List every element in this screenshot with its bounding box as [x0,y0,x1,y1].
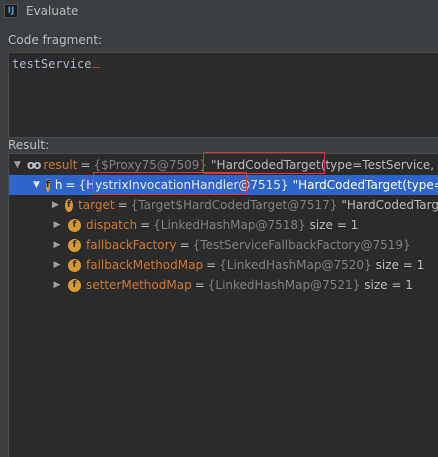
var-type: {LinkedHashMap@7518} [153,218,306,232]
chevron-right-icon[interactable]: ▶ [52,260,62,270]
field-icon: f [68,278,81,292]
var-name: result [43,158,78,172]
var-type: {LinkedHashMap@7521} [207,278,361,292]
equals-sign: = [194,278,205,292]
field-icon: f [64,198,74,212]
tree-row-fallback-factory[interactable]: ▶ f fallbackFactory = {TestServiceFallba… [9,235,438,255]
var-value: "HardCodedTarg [341,198,438,212]
intellij-app-icon: IJ [4,4,18,18]
var-value: "HardCodedTarget(type= [292,178,438,192]
field-icon: f [68,258,81,272]
var-value: size = 1 [309,218,359,232]
var-name: fallbackFactory [86,238,177,252]
var-value: size = 1 [364,278,413,292]
title-bar: IJ Evaluate [0,0,438,22]
tree-row-setter-method-map[interactable]: ▶ f setterMethodMap = {LinkedHashMap@752… [9,275,438,295]
equals-sign: = [65,178,76,192]
code-fragment-label: Code fragment: [8,33,103,47]
var-type: {TestServiceFallbackFactory@7519} [192,238,411,252]
var-value: "HardCodedTarget(type=TestService, na [211,158,438,172]
tree-row-result[interactable]: ▼ oo result = {$Proxy75@7509} "HardCoded… [9,155,438,175]
tree-row-target[interactable]: ▶ f target = {Target$HardCodedTarget@751… [9,195,438,215]
code-expression[interactable]: testService [12,57,101,71]
var-name: fallbackMethodMap [86,258,204,272]
chevron-right-icon[interactable]: ▶ [52,240,62,250]
glasses-icon: oo [26,158,41,172]
result-label: Result: [8,138,50,152]
chevron-right-icon[interactable]: ▶ [52,220,62,230]
var-name: h [54,178,63,192]
var-value: size = 1 [375,258,425,272]
equals-sign: = [117,198,128,212]
equals-sign: = [80,158,91,172]
tree-row-h[interactable]: ▼ f h = {HystrixInvocationHandler@7515} … [9,175,438,195]
var-type: {HystrixInvocationHandler@7515} [78,178,289,192]
var-type: {LinkedHashMap@7520} [219,258,372,272]
tree-row-dispatch[interactable]: ▶ f dispatch = {LinkedHashMap@7518} size… [9,215,438,235]
window-title: Evaluate [26,4,79,18]
field-icon: f [68,238,81,252]
equals-sign: = [206,258,217,272]
tree-row-fallback-method-map[interactable]: ▶ f fallbackMethodMap = {LinkedHashMap@7… [9,255,438,275]
field-icon: f [68,218,81,232]
equals-sign: = [140,218,151,232]
equals-sign: = [179,238,190,252]
var-type: {Target$HardCodedTarget@7517} [130,198,338,212]
var-type: {$Proxy75@7509} [93,158,208,172]
chevron-right-icon[interactable]: ▶ [52,200,59,210]
field-icon: f [45,178,50,192]
var-name: setterMethodMap [86,278,192,292]
error-squiggle [92,62,101,68]
code-fragment-editor[interactable]: testService [8,52,438,138]
var-name: target [78,198,115,212]
chevron-right-icon[interactable]: ▶ [52,280,62,290]
var-name: dispatch [86,218,138,232]
chevron-down-icon[interactable]: ▼ [14,160,21,170]
chevron-down-icon[interactable]: ▼ [33,180,40,190]
result-tree[interactable]: ▼ oo result = {$Proxy75@7509} "HardCoded… [8,153,438,457]
